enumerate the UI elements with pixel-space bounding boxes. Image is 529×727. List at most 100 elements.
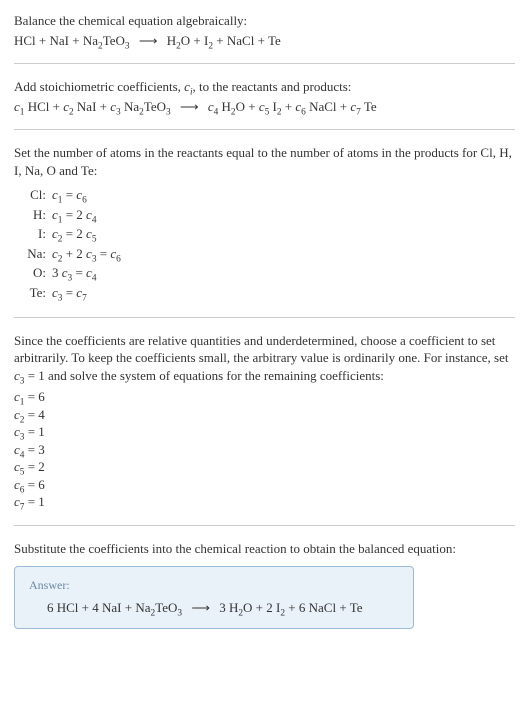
v: = 6 [24, 477, 44, 492]
atom-eq: 3 c3 = c4 [50, 263, 127, 283]
eq: = [97, 246, 111, 261]
t: NaCl [306, 99, 337, 114]
t: + [190, 33, 204, 48]
t: + [245, 99, 259, 114]
t: Te [361, 99, 377, 114]
v: = 4 [24, 407, 44, 422]
t: TeO [144, 99, 166, 114]
table-row: I: c2 = 2 c5 [18, 224, 127, 244]
n: 2 [76, 226, 86, 241]
t: + [69, 33, 83, 48]
t: Na [83, 33, 98, 48]
stoich-section: Add stoichiometric coefficients, ci, to … [14, 78, 515, 115]
divider [14, 525, 515, 526]
t: + [337, 99, 351, 114]
coeff-row: c7 = 1 [14, 493, 515, 511]
t: Te [268, 33, 281, 48]
v: = 6 [24, 389, 44, 404]
t: TeO [155, 600, 177, 615]
unbalanced-equation: HCl + NaI + Na2TeO3 ⟶ H2O + I2 + NaCl + … [14, 32, 515, 50]
balance-intro-text: Balance the chemical equation algebraica… [14, 12, 515, 30]
divider [14, 129, 515, 130]
eq-rhs: H2O + I2 + NaCl + Te [167, 33, 281, 48]
t: + [282, 99, 296, 114]
t: NaCl [227, 33, 254, 48]
coeff-list: c1 = 6 c2 = 4 c3 = 1 c4 = 3 c5 = 2 c6 = … [14, 388, 515, 511]
n: 2 [76, 207, 86, 222]
coeff-row: c6 = 6 [14, 476, 515, 494]
t: 3 H [219, 600, 238, 615]
sub: 3 [177, 608, 182, 618]
t: HCl [24, 99, 49, 114]
table-row: Na: c2 + 2 c3 = c6 [18, 244, 127, 264]
t: O [181, 33, 190, 48]
v: = 1 [24, 424, 44, 439]
atom-eq: c2 = 2 c5 [50, 224, 127, 244]
sub: 3 [125, 41, 130, 51]
t: Na [121, 99, 139, 114]
eq: = [62, 207, 76, 222]
atom-eq: c1 = c6 [50, 185, 127, 205]
table-row: O: 3 c3 = c4 [18, 263, 127, 283]
element-label: O: [18, 263, 50, 283]
t: + [49, 99, 63, 114]
coeff-row: c1 = 6 [14, 388, 515, 406]
balanced-equation: 6 HCl + 4 NaI + Na2TeO3 ⟶ 3 H2O + 2 I2 +… [29, 599, 399, 617]
t: 4 NaI [92, 600, 121, 615]
t: NaI [50, 33, 70, 48]
t: + [122, 600, 136, 615]
coeff-row: c5 = 2 [14, 458, 515, 476]
t: 6 NaCl [299, 600, 336, 615]
v: = 1 [24, 494, 44, 509]
atom-eq: c2 + 2 c3 = c6 [50, 244, 127, 264]
t: HCl [14, 33, 36, 48]
t: + [78, 600, 92, 615]
stoich-equation: c1 HCl + c2 NaI + c3 Na2TeO3 ⟶ c4 H2O + … [14, 98, 515, 116]
final-intro: Substitute the coefficients into the che… [14, 540, 515, 558]
t: + [36, 33, 50, 48]
divider [14, 317, 515, 318]
t: + [252, 600, 266, 615]
v: = 2 [24, 459, 44, 474]
solve-section: Since the coefficients are relative quan… [14, 332, 515, 511]
eq: = [62, 187, 76, 202]
element-label: I: [18, 224, 50, 244]
element-label: H: [18, 205, 50, 225]
sub: 4 [92, 215, 97, 225]
solve-intro: Since the coefficients are relative quan… [14, 332, 515, 385]
sub: 3 [166, 107, 171, 117]
t: + [336, 600, 350, 615]
eq: = [62, 226, 76, 241]
atoms-section: Set the number of atoms in the reactants… [14, 144, 515, 302]
arrow-icon: ⟶ [174, 98, 205, 116]
n: 3 [52, 265, 62, 280]
t: + [213, 33, 227, 48]
t: I [269, 99, 277, 114]
t: H [218, 99, 231, 114]
eq: = [72, 265, 86, 280]
sub: 6 [116, 255, 121, 265]
answer-label: Answer: [29, 577, 399, 593]
sub: 7 [82, 294, 87, 304]
sub: 4 [92, 274, 97, 284]
table-row: H: c1 = 2 c4 [18, 205, 127, 225]
atoms-table: Cl: c1 = c6 H: c1 = 2 c4 I: c2 = 2 c5 Na… [18, 185, 127, 302]
coeff-row: c2 = 4 [14, 406, 515, 424]
t: Add stoichiometric coefficients, [14, 79, 184, 94]
coeff-row: c3 = 1 [14, 423, 515, 441]
balance-intro: Balance the chemical equation algebraica… [14, 12, 515, 49]
eq: = [62, 285, 76, 300]
n: + 2 [62, 246, 86, 261]
t: + [285, 600, 299, 615]
divider [14, 63, 515, 64]
t: 2 I [266, 600, 280, 615]
table-row: Te: c3 = c7 [18, 283, 127, 303]
eq-lhs: HCl + NaI + Na2TeO3 [14, 33, 133, 48]
element-label: Cl: [18, 185, 50, 205]
t: = 1 and solve the system of equations fo… [24, 368, 383, 383]
t: , to the reactants and products: [193, 79, 352, 94]
table-row: Cl: c1 = c6 [18, 185, 127, 205]
v: = 3 [24, 442, 44, 457]
sub: 6 [82, 196, 87, 206]
coeff-row: c4 = 3 [14, 441, 515, 459]
